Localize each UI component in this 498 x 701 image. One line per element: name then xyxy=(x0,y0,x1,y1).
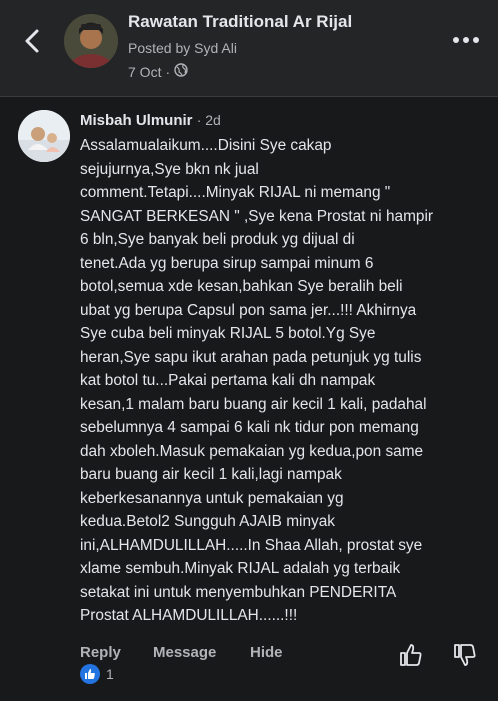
page-avatar[interactable] xyxy=(64,14,118,68)
like-icon[interactable] xyxy=(398,642,424,668)
comment-time[interactable]: · 2d xyxy=(197,112,221,128)
reaction-summary[interactable]: 1 xyxy=(80,664,114,684)
reaction-count: 1 xyxy=(106,666,114,682)
back-arrow-icon[interactable] xyxy=(18,26,48,56)
like-reaction-icon xyxy=(80,664,100,684)
message-button[interactable]: Message xyxy=(153,644,216,661)
dislike-icon[interactable] xyxy=(452,642,478,668)
commenter-avatar[interactable] xyxy=(18,110,70,162)
page-title[interactable]: Rawatan Traditional Ar Rijal xyxy=(128,12,352,32)
comment-author[interactable]: Misbah Ulmunir · 2d xyxy=(80,112,221,129)
posted-by[interactable]: Posted by Syd Ali xyxy=(128,40,237,56)
hide-button[interactable]: Hide xyxy=(250,644,283,661)
comment-body: Assalamualaikum....Disini Sye cakap seju… xyxy=(80,137,434,624)
reply-button[interactable]: Reply xyxy=(80,644,121,661)
more-options-icon[interactable] xyxy=(452,30,480,50)
date-separator: · xyxy=(165,63,171,80)
post-date-text[interactable]: 7 Oct xyxy=(128,64,161,80)
header-divider xyxy=(0,96,498,97)
post-header: Rawatan Traditional Ar Rijal Posted by S… xyxy=(0,0,498,96)
comment-author-name[interactable]: Misbah Ulmunir xyxy=(80,112,193,129)
post-date: 7 Oct · xyxy=(128,63,188,80)
globe-icon xyxy=(174,63,188,80)
